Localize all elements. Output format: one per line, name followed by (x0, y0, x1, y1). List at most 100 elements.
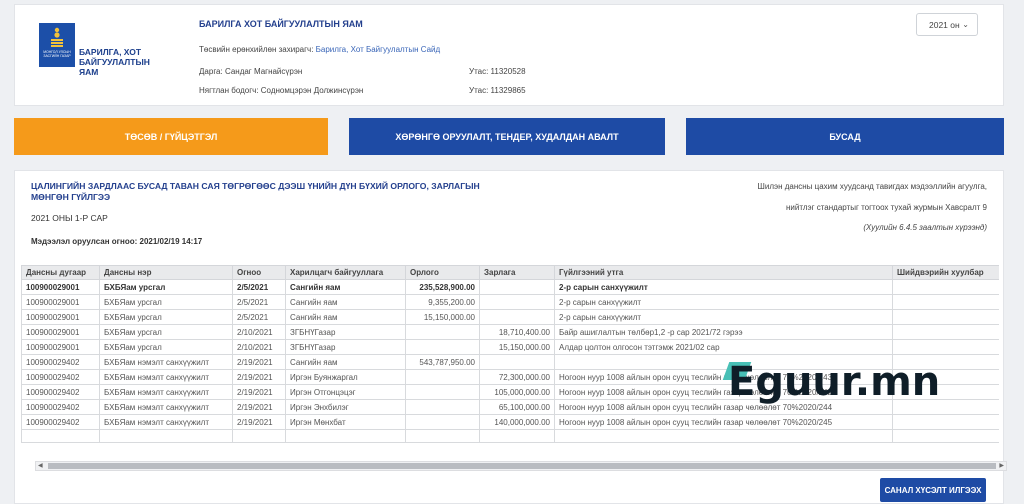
last-updated: Мэдээлэл оруулсан огноо: 2021/02/19 14:1… (31, 237, 203, 246)
table-cell: БХБЯам урсгал (99, 324, 233, 340)
table-cell: Сангийн яам (285, 279, 406, 295)
table-cell: 2/19/2021 (232, 384, 286, 400)
watermark-text: Eguur.mn (728, 359, 941, 405)
table-cell: 100900029402 (21, 354, 100, 370)
table-cell (99, 429, 233, 443)
table-cell (892, 279, 999, 295)
table-cell: БХБЯам нэмэлт санхүүжилт (99, 354, 233, 370)
chevron-down-icon: ⌄ (962, 20, 969, 29)
table-cell: 15,150,000.00 (405, 309, 480, 325)
scroll-left-icon[interactable]: ◀ (38, 462, 43, 470)
regulation-note-line-3: (Хуулийн 6.4.5 заалтын хүрээнд) (863, 223, 987, 232)
send-feedback-label: САНАЛ ХҮСЭЛТ ИЛГЭЭХ (884, 485, 982, 495)
head-phone: Утас: 11320528 (469, 67, 526, 76)
regulation-note-line-2: нийтлэг стандартыг тогтоох тухай журмын … (785, 203, 987, 212)
table-cell (285, 429, 406, 443)
table-row[interactable]: 100900029402 БХБЯам нэмэлт санхүүжилт 2/19… (21, 414, 999, 430)
table-cell: 18,710,400.00 (479, 324, 555, 340)
column-header[interactable]: Гүйлгээний утга (554, 265, 893, 280)
column-header[interactable]: Огноо (232, 265, 286, 280)
table-cell (405, 369, 480, 385)
column-header[interactable]: Дансны дугаар (21, 265, 100, 280)
table-row[interactable]: 100900029001 БХБЯам урсгал 2/5/2021 Сангийн… (21, 294, 999, 310)
send-feedback-button[interactable]: САНАЛ ХҮСЭЛТ ИЛГЭЭХ (880, 478, 986, 502)
table-cell: Иргэн Отгонцэцэг (285, 384, 406, 400)
report-title: ЦАЛИНГИЙН ЗАРДЛААС БУСАД ТАВАН САЯ ТӨГРӨ… (31, 181, 480, 202)
tab-label: ХӨРӨНГӨ ОРУУЛАЛТ, ТЕНДЕР, ХУДАЛДАН АВАЛТ (395, 131, 619, 142)
header-card: МОНГОЛ УЛСЫН ЗАСГИЙН ГАЗАР БАРИЛГА, ХОТ … (14, 4, 1004, 106)
budget-manager-link[interactable]: Барилга, Хот Байгуулалтын Сайд (316, 45, 441, 54)
table-cell (892, 339, 999, 355)
table-cell: БХБЯам урсгал (99, 339, 233, 355)
table-cell: БХБЯам нэмэлт санхүүжилт (99, 399, 233, 415)
transactions-table: Дансны дугаар Дансны нэр Огноо Харилцагч… (21, 265, 999, 443)
table-cell: 100900029001 (21, 309, 100, 325)
table-row[interactable]: 100900029001 БХБЯам урсгал 2/10/2021 ЗГБНҮГ… (21, 339, 999, 355)
emblem-text: МОНГОЛ УЛСЫН ЗАСГИЙН ГАЗАР (43, 50, 71, 58)
table-row[interactable]: 100900029001 БХБЯам урсгал 2/10/2021 ЗГБНҮГ… (21, 324, 999, 340)
table-cell: Сангийн яам (285, 354, 406, 370)
table-cell (405, 399, 480, 415)
table-cell: 235,528,900.00 (405, 279, 480, 295)
table-cell (232, 429, 286, 443)
ministry-logo[interactable]: МОНГОЛ УЛСЫН ЗАСГИЙН ГАЗАР БАРИЛГА, ХОТ … (39, 23, 169, 77)
column-header[interactable]: Орлого (405, 265, 480, 280)
table-cell: ЗГБНҮГазар (285, 324, 406, 340)
table-cell: 15,150,000.00 (479, 339, 555, 355)
accountant-phone: Утас: 11329865 (469, 86, 526, 95)
table-cell (892, 309, 999, 325)
watermark-logo: Eguur.mn (722, 359, 978, 405)
table-cell: 100900029001 (21, 294, 100, 310)
table-cell: 2/10/2021 (232, 324, 286, 340)
year-select-value: 2021 он (929, 20, 960, 30)
table-cell: Ногоон нуур 1008 айлын орон сууц теслийн… (554, 414, 893, 430)
table-cell: БХБЯам урсгал (99, 294, 233, 310)
logo-text-line-1: БАРИЛГА, ХОТ (79, 47, 142, 57)
table-cell: ЗГБНҮГазар (285, 339, 406, 355)
budget-manager-label: Төсвийн ерөнхийлөн захирагч: (199, 45, 314, 54)
organization-name: БАРИЛГА ХОТ БАЙГУУЛАЛТЫН ЯАМ (199, 19, 363, 29)
regulation-note-line-1: Шилэн дансны цахим хуудсанд тавигдах мэд… (757, 182, 987, 191)
table-cell: 2/19/2021 (232, 369, 286, 385)
column-header[interactable]: Дансны нэр (99, 265, 233, 280)
table-cell: 2-р сарын санхүүжилт (554, 294, 893, 310)
table-cell: 543,787,950.00 (405, 354, 480, 370)
horizontal-scrollbar[interactable]: ◀ ▶ (35, 461, 1007, 471)
table-cell: 65,100,000.00 (479, 399, 555, 415)
table-cell: Иргэн Буянжаргал (285, 369, 406, 385)
year-select[interactable]: 2021 он ⌄ (916, 13, 978, 36)
scroll-right-icon[interactable]: ▶ (999, 462, 1004, 470)
tab-other[interactable]: БУСАД (686, 118, 1004, 155)
table-cell: 100900029402 (21, 384, 100, 400)
table-cell: БХБЯам нэмэлт санхүүжилт (99, 369, 233, 385)
table-cell (892, 324, 999, 340)
tab-budget-performance[interactable]: ТӨСӨВ / ГҮЙЦЭТГЭЛ (14, 118, 328, 155)
table-cell (479, 429, 555, 443)
table-cell: Алдар цолтон олгосон тэтгэмж 2021/02 сар (554, 339, 893, 355)
table-cell (479, 309, 555, 325)
tab-label: БУСАД (829, 131, 861, 142)
column-header[interactable]: Харилцагч байгууллага (285, 265, 406, 280)
column-header[interactable]: Шийдвэрийн хуулбар (892, 265, 999, 280)
table-cell (892, 414, 999, 430)
table-cell: БХБЯам урсгал (99, 309, 233, 325)
table-cell: Сангийн яам (285, 294, 406, 310)
table-cell: 2/5/2021 (232, 309, 286, 325)
state-emblem-icon: МОНГОЛ УЛСЫН ЗАСГИЙН ГАЗАР (39, 23, 75, 67)
table-cell (405, 414, 480, 430)
table-cell: 2/19/2021 (232, 399, 286, 415)
table-cell: 100900029001 (21, 339, 100, 355)
tab-investment-tender[interactable]: ХӨРӨНГӨ ОРУУЛАЛТ, ТЕНДЕР, ХУДАЛДАН АВАЛТ (349, 118, 665, 155)
column-header[interactable]: Зарлага (479, 265, 555, 280)
table-row[interactable]: 100900029001 БХБЯам урсгал 2/5/2021 Сангийн… (21, 309, 999, 325)
table-cell: 72,300,000.00 (479, 369, 555, 385)
table-row[interactable]: 100900029001 БХБЯам урсгал 2/5/2021 Сангийн… (21, 279, 999, 295)
table-cell: БХБЯам нэмэлт санхүүжилт (99, 414, 233, 430)
table-cell (21, 429, 100, 443)
table-cell (405, 429, 480, 443)
table-cell: 105,000,000.00 (479, 384, 555, 400)
budget-manager-info: Төсвийн ерөнхийлөн захирагч: Барилга, Хо… (199, 45, 440, 54)
table-cell: 2-р сарын санхүүжилт (554, 309, 893, 325)
scrollbar-thumb[interactable] (48, 463, 996, 469)
table-cell: 2/10/2021 (232, 339, 286, 355)
